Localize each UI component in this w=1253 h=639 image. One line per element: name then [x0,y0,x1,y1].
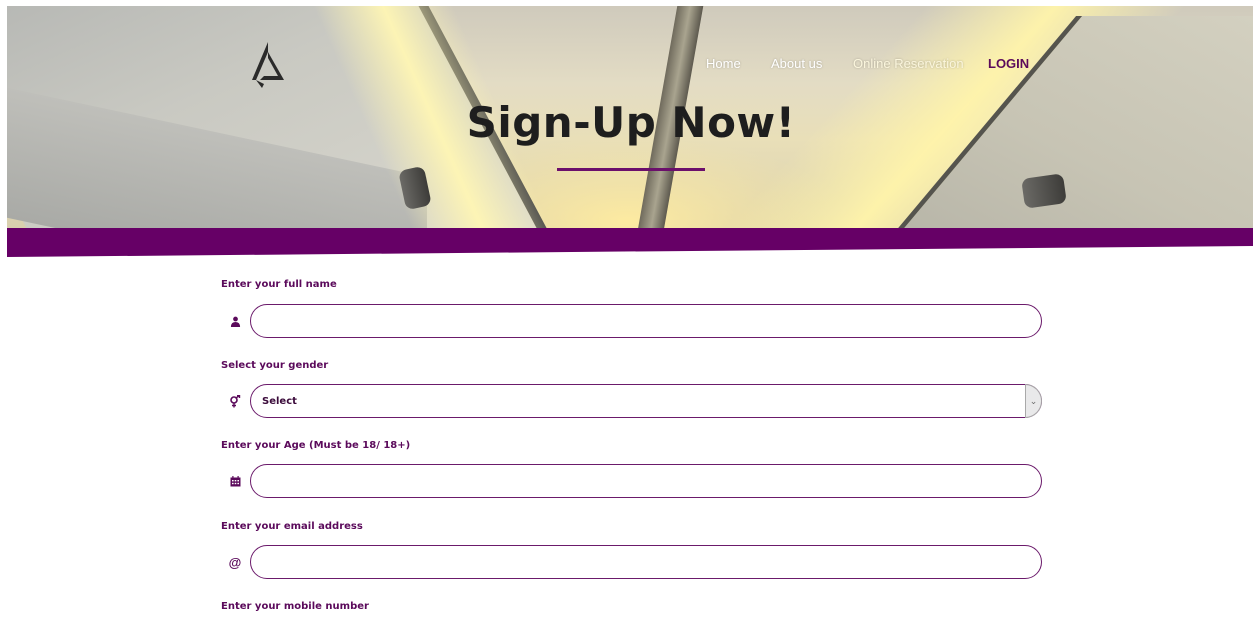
email-input[interactable] [251,546,1041,578]
title-underline [557,168,705,171]
page-title: Sign-Up Now! [466,98,796,147]
age-label: Enter your Age (Must be 18/ 18+) [221,440,411,451]
gender-icon [226,392,244,410]
main-nav: Home About us Online Reservation LOGIN [0,56,1253,72]
email-field-box [250,545,1042,579]
accent-band [7,228,1253,257]
nav-home-link[interactable]: Home [706,56,741,71]
gender-select[interactable]: Select ⌄ [250,384,1042,418]
at-sign-icon: @ [228,554,242,570]
nav-online-reservation-link[interactable]: Online Reservation [853,56,964,71]
nav-login-link[interactable]: LOGIN [988,56,1029,71]
mobile-label: Enter your mobile number [221,601,369,612]
cabin-handle-right [1021,173,1067,209]
gender-label: Select your gender [221,360,329,371]
full-name-label: Enter your full name [221,279,337,290]
calendar-icon [226,472,244,490]
full-name-input[interactable] [251,305,1041,337]
age-field-box [250,464,1042,498]
full-name-field-box [250,304,1042,338]
age-input[interactable] [251,465,1041,497]
email-label: Enter your email address [221,521,363,532]
nav-about-link[interactable]: About us [771,56,822,71]
gender-select-value: Select [262,396,297,407]
user-icon [226,312,244,330]
chevron-down-icon[interactable]: ⌄ [1025,384,1042,418]
